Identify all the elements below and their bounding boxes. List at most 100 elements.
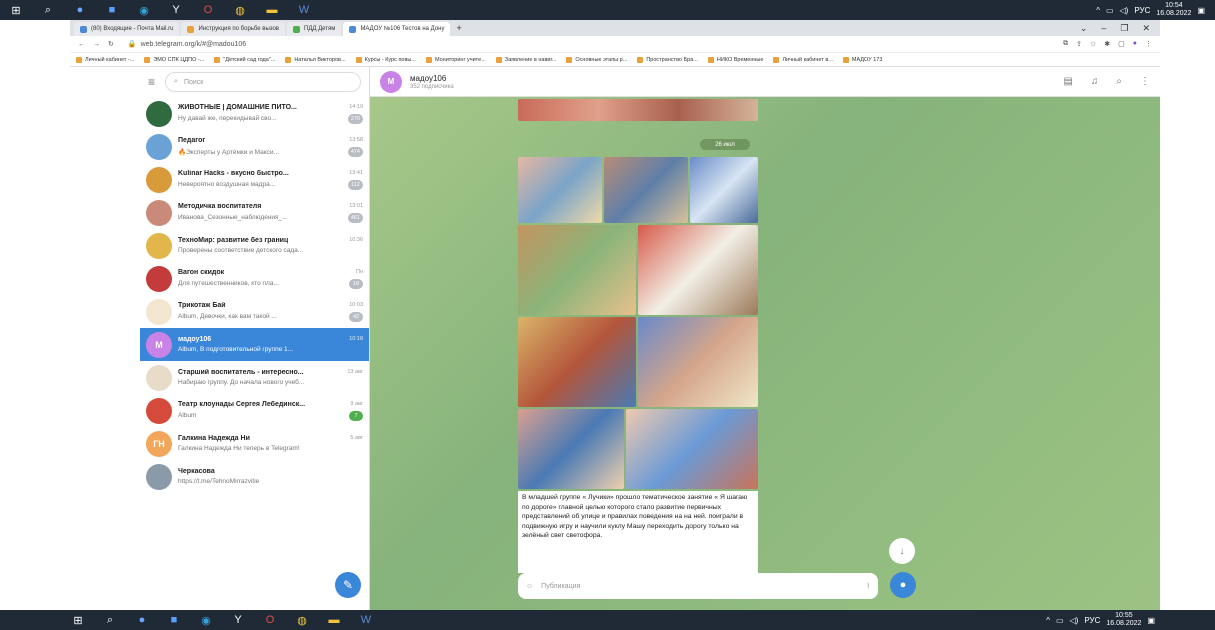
yandex-icon[interactable]: Y bbox=[228, 610, 248, 630]
opera-icon[interactable]: O bbox=[260, 610, 280, 630]
language-indicator[interactable]: РУС bbox=[1134, 6, 1150, 15]
edge-icon[interactable]: ◉ bbox=[134, 0, 154, 20]
bookmark-item[interactable]: Личный кабинет в... bbox=[773, 56, 833, 63]
chat-list-item[interactable]: Методичка воспитателя 13:01 Иванова_Сезонн… bbox=[140, 196, 369, 229]
message-compose[interactable]: ☺ Публикация ⌇ bbox=[518, 573, 878, 599]
volume-icon[interactable]: ◁) bbox=[1070, 616, 1079, 625]
album-photo[interactable] bbox=[626, 409, 758, 489]
profile-avatar[interactable]: ● bbox=[1133, 40, 1137, 48]
chrome-icon[interactable]: ◍ bbox=[230, 0, 250, 20]
browser-tab-instruction[interactable]: Инструкция по борьбе вызов bbox=[181, 22, 285, 36]
install-icon[interactable]: ⧉ bbox=[1063, 40, 1068, 48]
livestream-icon[interactable]: ▤ bbox=[1063, 76, 1072, 87]
chat-list-item[interactable]: Черкасова https://t.me/TehnoMirrazvitie bbox=[140, 460, 369, 493]
bookmark-item[interactable]: Личный кабинет -... bbox=[76, 56, 134, 63]
album-photo[interactable] bbox=[518, 225, 636, 315]
clock[interactable]: 10:55 16.08.2022 bbox=[1106, 612, 1141, 628]
volume-icon[interactable]: ◁) bbox=[1120, 6, 1129, 15]
browser-tab-madou[interactable]: МАДОУ №106 Тестов на Дону bbox=[343, 22, 451, 36]
network-icon[interactable]: ▭ bbox=[1056, 616, 1064, 625]
microphone-button[interactable]: ● bbox=[890, 572, 916, 598]
attach-icon[interactable]: ⌇ bbox=[867, 582, 870, 590]
chat-list-item[interactable]: Старший воспитатель - интересно... 13 авг… bbox=[140, 361, 369, 394]
minimize-icon[interactable]: – bbox=[1101, 23, 1106, 34]
forward-icon[interactable]: → bbox=[93, 41, 100, 48]
album-photo[interactable] bbox=[690, 157, 758, 223]
sidepanel-icon[interactable]: ▢ bbox=[1118, 40, 1125, 48]
channel-avatar[interactable]: M bbox=[380, 70, 402, 93]
album-photo[interactable] bbox=[518, 409, 624, 489]
files-icon[interactable]: ▬ bbox=[324, 610, 344, 630]
word-icon[interactable]: W bbox=[294, 0, 314, 20]
reload-icon[interactable]: ↻ bbox=[108, 40, 114, 48]
bookmark-item[interactable]: Мониторинг учите... bbox=[425, 56, 486, 63]
search-icon[interactable]: ⌕ bbox=[38, 0, 58, 20]
bookmark-star-icon[interactable]: ☆ bbox=[1090, 40, 1096, 48]
bookmark-item[interactable]: Наталья Викторов... bbox=[285, 56, 346, 63]
browser-tab-mail[interactable]: (80) Входящие - Почта Mail.ru bbox=[74, 22, 180, 36]
chat-list-item[interactable]: ЖИВОТНЫЕ | ДОМАШНИЕ ПИТО... 14:19 Ну давай… bbox=[140, 97, 369, 130]
scroll-down-button[interactable]: ↓ bbox=[889, 538, 915, 564]
tray-chevron-icon[interactable]: ^ bbox=[1096, 6, 1100, 15]
browser-tab-pdd[interactable]: ПДД Детям bbox=[287, 22, 342, 36]
share-icon[interactable]: ⇪ bbox=[1076, 40, 1082, 48]
search-icon[interactable]: ⌕ bbox=[1116, 76, 1122, 87]
album-photo[interactable] bbox=[638, 225, 758, 315]
chat-list-item[interactable]: Вагон скидок Пн Для путешественников, кто … bbox=[140, 262, 369, 295]
search-icon[interactable]: ⌕ bbox=[100, 610, 120, 630]
album-photo[interactable] bbox=[518, 317, 636, 407]
channel-info[interactable]: мадоу106 352 подписчика bbox=[410, 74, 454, 90]
maximize-icon[interactable]: ❐ bbox=[1120, 23, 1128, 34]
more-vertical-icon[interactable]: ⋮ bbox=[1140, 76, 1150, 87]
compose-pencil-button[interactable]: ✎ bbox=[335, 572, 361, 598]
chat-list-item[interactable]: Театр клоунады Сергея Лебединск... 9 авг A… bbox=[140, 394, 369, 427]
language-indicator[interactable]: РУС bbox=[1084, 616, 1100, 625]
album-photo[interactable] bbox=[518, 157, 602, 223]
notification-icon[interactable]: ▣ bbox=[1197, 6, 1205, 15]
bookmark-item[interactable]: Пространство Бра... bbox=[637, 56, 698, 63]
url-field[interactable]: 🔒 web.telegram.org/k/#@madou106 bbox=[122, 38, 1055, 51]
bookmark-item[interactable]: "Детский сад года"... bbox=[214, 56, 275, 63]
bookmark-item[interactable]: Основные этапы р... bbox=[566, 56, 627, 63]
yandex-icon[interactable]: Y bbox=[166, 0, 186, 20]
chat-list-item[interactable]: ТехноМир: развитие без границ 10:36 Провер… bbox=[140, 229, 369, 262]
new-tab-button[interactable]: + bbox=[456, 23, 461, 33]
bookmark-item[interactable]: НИКО Временные bbox=[707, 56, 763, 63]
more-icon[interactable]: ⋮ bbox=[1145, 40, 1152, 48]
chat-list-item[interactable]: Mмадоу106 10:18 Album, В подготовительной … bbox=[140, 328, 369, 361]
store-icon[interactable]: ■ bbox=[164, 610, 184, 630]
windows-icon[interactable]: ⊞ bbox=[68, 610, 88, 630]
album-photo[interactable] bbox=[638, 317, 758, 407]
app-icon[interactable]: ● bbox=[132, 610, 152, 630]
album-photo[interactable] bbox=[604, 157, 688, 223]
chat-list-item[interactable]: Kulinar Hacks - вкусно быстро... 13:41 Нев… bbox=[140, 163, 369, 196]
windows-icon[interactable]: ⊞ bbox=[6, 0, 26, 20]
compose-input[interactable]: Публикация bbox=[541, 583, 858, 590]
edge-icon[interactable]: ◉ bbox=[196, 610, 216, 630]
search-input[interactable]: ⌕ Поиск bbox=[165, 72, 361, 92]
chat-list-item[interactable]: Трикотаж Бай 10:03 Album, Девочки, как вам… bbox=[140, 295, 369, 328]
app-icon[interactable]: ● bbox=[70, 0, 90, 20]
notification-icon[interactable]: ▣ bbox=[1147, 616, 1155, 625]
tray-chevron-icon[interactable]: ^ bbox=[1046, 616, 1050, 625]
bookmark-item[interactable]: ЭМО СПК ЦДПО -... bbox=[144, 56, 204, 63]
extensions-icon[interactable]: ✱ bbox=[1104, 40, 1110, 48]
close-icon[interactable]: ✕ bbox=[1142, 23, 1150, 34]
chat-list-item[interactable]: ГН Галкина Надежда Ни 5 авг Галкина Надежда… bbox=[140, 427, 369, 460]
store-icon[interactable]: ■ bbox=[102, 0, 122, 20]
word-icon[interactable]: W bbox=[356, 610, 376, 630]
network-icon[interactable]: ▭ bbox=[1106, 6, 1114, 15]
clock[interactable]: 10:54 16.08.2022 bbox=[1156, 2, 1191, 18]
previous-album-photo[interactable] bbox=[518, 99, 758, 121]
bookmark-item[interactable]: Курсы - Курс повы... bbox=[355, 56, 416, 63]
bookmark-item[interactable]: Заявление в навиг... bbox=[495, 56, 556, 63]
emoji-icon[interactable]: ☺ bbox=[526, 583, 533, 590]
tab-list-icon[interactable]: ⌄ bbox=[1080, 23, 1088, 34]
back-icon[interactable]: ← bbox=[78, 41, 85, 48]
files-icon[interactable]: ▬ bbox=[262, 0, 282, 20]
bookmark-item[interactable]: МАДОУ 173 bbox=[842, 56, 882, 63]
chat-list-item[interactable]: Педагог 13:58 🔥Эксперты у Артёмки и Макси.… bbox=[140, 130, 369, 163]
hamburger-menu-icon[interactable]: ≡ bbox=[148, 75, 155, 89]
bell-icon[interactable]: ♫ bbox=[1091, 76, 1099, 87]
chrome-icon[interactable]: ◍ bbox=[292, 610, 312, 630]
